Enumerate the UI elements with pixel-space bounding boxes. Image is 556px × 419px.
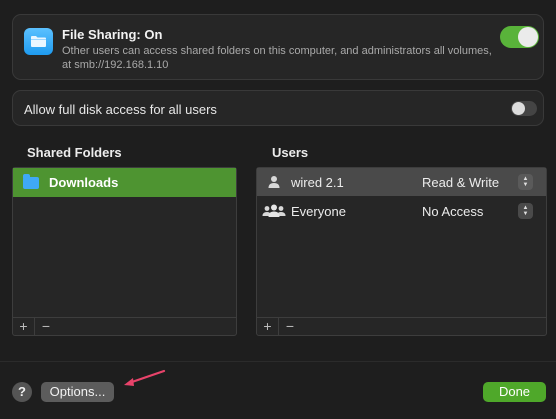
users-list: wired 2.1 Read & Write ▲ ▼ Everyone No A… [256, 167, 547, 336]
file-sharing-toggle[interactable] [500, 26, 539, 48]
permission-label: No Access [422, 203, 484, 219]
permission-stepper[interactable]: ▲ ▼ [518, 203, 533, 219]
folder-label: Downloads [49, 175, 119, 190]
list-item-downloads[interactable]: Downloads [13, 168, 236, 197]
person-icon [261, 175, 287, 189]
file-sharing-settings-window: File Sharing: On Other users can access … [0, 0, 556, 419]
done-button[interactable]: Done [483, 382, 546, 402]
file-sharing-title: File Sharing: On [62, 27, 163, 42]
user-name: Everyone [291, 203, 346, 219]
folder-icon [24, 28, 53, 55]
shared-folders-heading: Shared Folders [27, 145, 122, 160]
divider [0, 361, 556, 362]
add-user-button[interactable]: + [257, 317, 279, 336]
toggle-knob [518, 27, 538, 47]
chevron-down-icon: ▼ [522, 182, 529, 188]
remove-folder-button[interactable]: − [35, 318, 57, 336]
add-folder-button[interactable]: + [13, 317, 35, 336]
options-button[interactable]: Options... [41, 382, 114, 402]
user-row-everyone[interactable]: Everyone No Access ▲ ▼ [257, 197, 546, 225]
group-icon [261, 204, 287, 218]
help-button[interactable]: ? [12, 382, 32, 402]
remove-user-button[interactable]: − [279, 318, 301, 336]
full-disk-access-row: Allow full disk access for all users [12, 90, 544, 126]
users-heading: Users [272, 145, 309, 160]
chevron-down-icon: ▼ [522, 211, 529, 217]
shared-folders-footer: + − [13, 317, 236, 336]
permission-stepper[interactable]: ▲ ▼ [518, 174, 533, 190]
full-disk-access-label: Allow full disk access for all users [24, 102, 217, 117]
shared-folders-list: Downloads + − [12, 167, 237, 336]
annotation-arrow-icon [124, 369, 166, 386]
full-disk-access-toggle[interactable] [511, 101, 537, 116]
user-name: wired 2.1 [291, 174, 344, 190]
permission-label: Read & Write [422, 174, 500, 190]
toggle-knob [512, 102, 525, 115]
users-footer: + − [257, 317, 546, 336]
file-sharing-card: File Sharing: On Other users can access … [12, 14, 544, 80]
folder-icon [23, 173, 39, 189]
user-row-wired[interactable]: wired 2.1 Read & Write ▲ ▼ [257, 168, 546, 196]
file-sharing-description: Other users can access shared folders on… [62, 45, 492, 71]
